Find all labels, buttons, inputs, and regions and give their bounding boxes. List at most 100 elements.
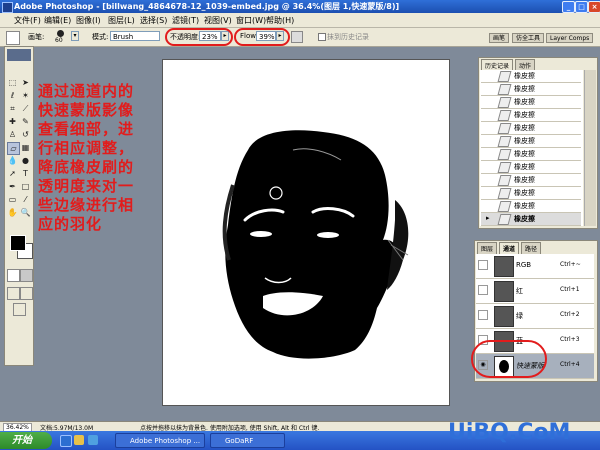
menu-file[interactable]: 文件(F) xyxy=(14,15,41,26)
blur-tool-icon[interactable]: 💧 xyxy=(7,155,18,166)
folder-icon[interactable] xyxy=(74,435,84,445)
channel-row-green[interactable]: 绿 Ctrl+2 xyxy=(476,304,594,329)
menu-bar: 文件(F) 编辑(E) 图像(I) 图层(L) 选择(S) 滤镜(T) 视图(V… xyxy=(0,13,600,28)
channel-thumbnail xyxy=(494,281,514,302)
foreground-color-swatch[interactable] xyxy=(10,235,26,251)
eraser-tool-preset-icon[interactable] xyxy=(6,31,20,45)
crop-tool-icon[interactable]: ⌗ xyxy=(7,103,18,114)
desktop-icon[interactable] xyxy=(88,435,98,445)
history-item[interactable]: 橡皮擦 xyxy=(481,96,581,109)
shape-tool-icon[interactable]: □ xyxy=(20,181,31,192)
eraser-icon xyxy=(497,84,512,95)
photoshop-app-icon xyxy=(2,2,13,13)
taskbar-photoshop-button[interactable]: Adobe Photoshop ... xyxy=(115,433,205,448)
gradient-tool-icon[interactable]: ▦ xyxy=(20,142,31,153)
options-bar: 画笔: 60 ▾ 模式: Brush 不透明度: 23% ▸ Flow: 39%… xyxy=(0,28,600,47)
menu-window[interactable]: 窗口(W) xyxy=(236,15,266,26)
menu-select[interactable]: 选择(S) xyxy=(140,15,167,26)
channel-row-rgb[interactable]: RGB Ctrl+~ xyxy=(476,254,594,279)
channel-row-red[interactable]: 红 Ctrl+1 xyxy=(476,279,594,304)
erase-history-checkbox[interactable] xyxy=(318,33,326,41)
magic-wand-tool-icon[interactable]: ✶ xyxy=(20,90,31,101)
eraser-icon xyxy=(497,123,512,134)
brush-tool-icon[interactable]: ✎ xyxy=(20,116,31,127)
standard-mode-icon[interactable] xyxy=(7,269,20,282)
palette-tab-tool-presets[interactable]: 仿全工具 xyxy=(512,33,545,43)
visibility-toggle[interactable] xyxy=(478,260,488,270)
brush-dropdown-button[interactable]: ▾ xyxy=(71,31,79,41)
visibility-toggle[interactable] xyxy=(478,285,488,295)
visibility-toggle[interactable] xyxy=(478,310,488,320)
history-panel: 历史记录 动作 橡皮擦 橡皮擦 橡皮擦 橡皮擦 橡皮擦 橡皮擦 橡皮擦 橡皮擦 … xyxy=(478,57,598,229)
history-item[interactable]: 橡皮擦 xyxy=(481,148,581,161)
pen-tool-icon[interactable]: ✒ xyxy=(7,181,18,192)
annotation-line-5: 降底橡皮刷的 xyxy=(38,158,135,176)
history-item[interactable]: 橡皮擦 xyxy=(481,109,581,122)
move-tool-icon[interactable]: ➤ xyxy=(20,77,31,88)
quick-mask-mode-icon[interactable] xyxy=(20,269,33,282)
close-button[interactable]: × xyxy=(588,1,600,13)
ie-icon[interactable] xyxy=(60,435,72,447)
eraser-icon xyxy=(497,175,512,186)
history-item[interactable]: 橡皮擦 xyxy=(481,135,581,148)
minimize-button[interactable]: _ xyxy=(562,1,575,13)
history-item[interactable]: 橡皮擦 xyxy=(481,200,581,213)
toolbox: ⬚ ➤ ℓ ✶ ⌗ ⟋ ✚ ✎ ♙ ↺ ▱ ▦ 💧 ● ➚ T ✒ □ ▭ ⁄ … xyxy=(4,46,34,366)
eraser-icon xyxy=(497,201,512,212)
maximize-button[interactable]: □ xyxy=(575,1,588,13)
history-item[interactable]: 橡皮擦 xyxy=(481,174,581,187)
quick-mask-face-image xyxy=(222,130,409,359)
lasso-tool-icon[interactable]: ℓ xyxy=(7,90,18,101)
mode-label: 模式: xyxy=(92,33,109,41)
dodge-tool-icon[interactable]: ● xyxy=(20,155,31,166)
brush-preview[interactable]: 60 xyxy=(52,29,70,45)
taskbar-godarf-button[interactable]: GoDaRF xyxy=(210,433,285,448)
menu-edit[interactable]: 编辑(E) xyxy=(44,15,71,26)
channel-thumbnail xyxy=(494,256,514,277)
palette-tab-layer-comps[interactable]: Layer Comps xyxy=(546,33,594,43)
history-item[interactable]: 橡皮擦 xyxy=(481,122,581,135)
flow-highlight-ring xyxy=(234,28,290,46)
hand-tool-icon[interactable]: ✋ xyxy=(7,207,18,218)
menu-view[interactable]: 视图(V) xyxy=(204,15,232,26)
path-selection-tool-icon[interactable]: ➚ xyxy=(7,168,18,179)
screen-mode-standard-icon[interactable] xyxy=(7,287,20,300)
opacity-highlight-ring xyxy=(165,28,233,46)
history-scrollbar[interactable] xyxy=(584,70,596,226)
eraser-icon xyxy=(497,136,512,147)
history-item[interactable]: 橡皮擦 xyxy=(481,161,581,174)
mode-select[interactable]: Brush xyxy=(110,31,160,41)
menu-help[interactable]: 帮助(H) xyxy=(266,15,294,26)
menu-filter[interactable]: 滤镜(T) xyxy=(172,15,199,26)
title-bar: Adobe Photoshop - [billwang_4864678-12_1… xyxy=(0,0,600,13)
healing-brush-tool-icon[interactable]: ✚ xyxy=(7,116,18,127)
notes-tool-icon[interactable]: ▭ xyxy=(7,194,18,205)
clone-stamp-tool-icon[interactable]: ♙ xyxy=(7,129,18,140)
erase-history-label: 抹到历史记录 xyxy=(327,33,369,41)
annotation-line-8: 应的羽化 xyxy=(38,215,103,233)
document-canvas[interactable] xyxy=(162,59,450,406)
screen-mode-full-icon[interactable] xyxy=(20,287,33,300)
eyedropper-tool-icon[interactable]: ⁄ xyxy=(20,194,31,205)
eraser-tool-icon[interactable]: ▱ xyxy=(7,142,20,155)
slice-tool-icon[interactable]: ⟋ xyxy=(20,103,31,114)
menu-image[interactable]: 图像(I) xyxy=(76,15,101,26)
marquee-tool-icon[interactable]: ⬚ xyxy=(7,77,18,88)
adobe-online-icon[interactable] xyxy=(7,49,31,61)
airbrush-button[interactable] xyxy=(291,31,303,43)
menu-layer[interactable]: 图层(L) xyxy=(108,15,135,26)
jump-to-imageready-icon[interactable] xyxy=(13,303,26,316)
palette-tab-brush[interactable]: 画笔 xyxy=(489,33,510,43)
history-brush-tool-icon[interactable]: ↺ xyxy=(20,129,31,140)
history-item[interactable]: 橡皮擦 xyxy=(481,83,581,96)
type-tool-icon[interactable]: T xyxy=(20,168,31,179)
history-item-current[interactable]: ▸ 橡皮擦 xyxy=(481,213,581,226)
start-button[interactable]: 开始 xyxy=(0,432,52,449)
annotation-line-6: 透明度来对一 xyxy=(38,177,135,195)
zoom-tool-icon[interactable]: 🔍 xyxy=(20,207,31,218)
history-item[interactable]: 橡皮擦 xyxy=(481,70,581,83)
eraser-icon xyxy=(497,149,512,160)
annotation-line-3: 查看细部，进 xyxy=(38,120,135,138)
eraser-icon xyxy=(497,162,512,173)
history-item[interactable]: 橡皮擦 xyxy=(481,187,581,200)
